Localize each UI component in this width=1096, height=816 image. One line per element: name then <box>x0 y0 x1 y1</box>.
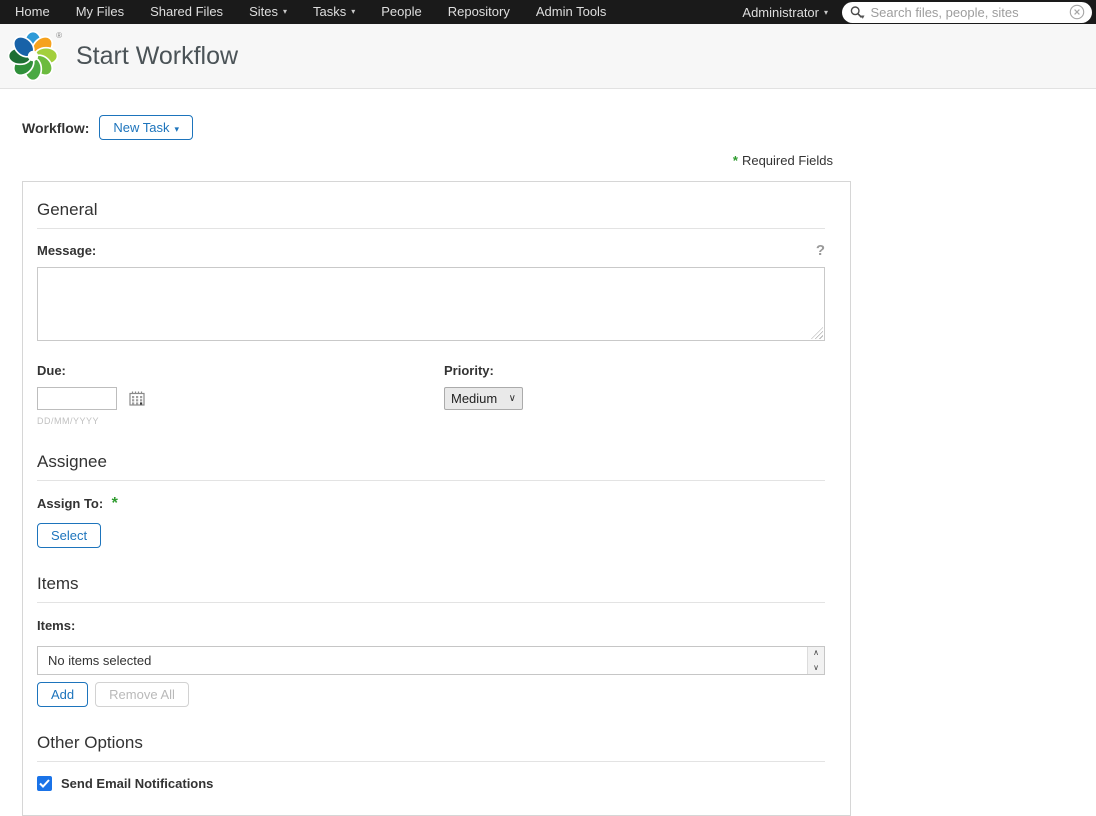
items-empty-text: No items selected <box>48 653 152 668</box>
due-priority-row: Due: DD/MM/YYYY Priority: Medium ∨ <box>37 363 825 426</box>
user-menu[interactable]: Administrator ▾ <box>728 5 842 20</box>
priority-select[interactable]: Medium <box>444 387 523 410</box>
workflow-form-panel: General Message: ? Due: DD/MM/YYYY Prior… <box>22 181 851 816</box>
priority-label: Priority: <box>444 363 494 378</box>
calendar-icon <box>129 391 145 406</box>
date-format-hint: DD/MM/YYYY <box>37 416 100 426</box>
nav-item-sites[interactable]: Sites ▾ <box>236 0 300 24</box>
message-label: Message: <box>37 243 97 258</box>
required-star: * <box>732 153 738 168</box>
general-heading: General <box>37 200 825 229</box>
remove-all-items-button[interactable]: Remove All <box>95 682 189 707</box>
items-buttons-row: Add Remove All <box>37 682 825 707</box>
help-icon[interactable]: ? <box>816 243 825 258</box>
due-label: Due: <box>37 363 66 378</box>
due-date-input[interactable] <box>37 387 117 410</box>
caret-down-icon: ▾ <box>174 124 180 134</box>
priority-column: Priority: Medium ∨ <box>444 363 523 426</box>
main-content: Workflow: New Task ▾ * Required Fields Gen… <box>0 89 1096 816</box>
registered-trademark-icon: ® <box>56 31 62 40</box>
message-textarea[interactable] <box>37 267 825 341</box>
nav-item-shared-files[interactable]: Shared Files <box>137 0 236 24</box>
due-column: Due: DD/MM/YYYY <box>37 363 444 426</box>
section-items: Items Items: No items selected ∧ ∨ Add R… <box>37 574 825 707</box>
email-notifications-checkbox[interactable] <box>37 776 52 791</box>
section-assignee: Assignee Assign To: * Select <box>37 452 825 548</box>
alfresco-logo[interactable]: ® <box>7 30 62 82</box>
items-heading: Items <box>37 574 825 603</box>
page-title: Start Workflow <box>76 41 239 70</box>
nav-item-admin-tools[interactable]: Admin Tools <box>523 0 620 24</box>
message-field-wrap <box>37 267 825 341</box>
caret-down-icon: ▾ <box>351 7 356 16</box>
top-navigation-bar: Home My Files Shared Files Sites ▾ Tasks ▾… <box>0 0 1096 24</box>
message-label-row: Message: ? <box>37 243 825 258</box>
assignee-heading: Assignee <box>37 452 825 481</box>
checkmark-icon <box>39 779 50 788</box>
priority-select-wrap: Medium ∨ <box>444 387 523 410</box>
calendar-picker-button[interactable] <box>129 391 145 406</box>
nav-item-repository[interactable]: Repository <box>435 0 523 24</box>
form-wrapper: * Required Fields General Message: ? Due: <box>22 153 851 816</box>
section-general: General Message: ? Due: DD/MM/YYYY Prior… <box>37 200 825 426</box>
clear-search-icon[interactable] <box>1069 4 1085 20</box>
search-box: ▾ <box>842 1 1092 23</box>
required-star: * <box>111 495 118 512</box>
due-input-row <box>37 387 444 410</box>
assign-to-label: Assign To: <box>37 496 104 511</box>
workflow-type-button[interactable]: New Task ▾ <box>99 115 194 140</box>
caret-down-icon: ▾ <box>823 7 828 17</box>
items-listbox[interactable]: No items selected ∧ ∨ <box>37 646 825 675</box>
assign-to-row: Assign To: * <box>37 495 825 513</box>
workflow-label: Workflow: <box>22 119 90 136</box>
nav-item-my-files[interactable]: My Files <box>63 0 137 24</box>
page-header: ® Start Workflow <box>0 24 1096 89</box>
alfresco-flower-icon <box>7 30 59 82</box>
nav-item-people[interactable]: People <box>368 0 434 24</box>
section-other-options: Other Options Send Email Notifications <box>37 733 825 791</box>
email-notifications-label: Send Email Notifications <box>61 776 214 791</box>
add-items-button[interactable]: Add <box>37 682 89 707</box>
items-label: Items: <box>37 618 76 633</box>
other-options-heading: Other Options <box>37 733 825 762</box>
scroll-up-icon[interactable]: ∧ <box>813 649 819 657</box>
required-fields-note: * Required Fields <box>732 153 833 168</box>
caret-down-icon: ▾ <box>282 7 287 16</box>
nav-item-home[interactable]: Home <box>2 0 63 24</box>
workflow-selector-row: Workflow: New Task ▾ <box>22 115 1096 140</box>
nav-item-tasks[interactable]: Tasks ▾ <box>300 0 368 24</box>
search-input[interactable] <box>864 4 1069 20</box>
items-scrollbar[interactable]: ∧ ∨ <box>807 647 824 674</box>
select-assignee-button[interactable]: Select <box>37 523 102 548</box>
scroll-down-icon[interactable]: ∨ <box>813 664 819 672</box>
email-notifications-row: Send Email Notifications <box>37 776 825 791</box>
